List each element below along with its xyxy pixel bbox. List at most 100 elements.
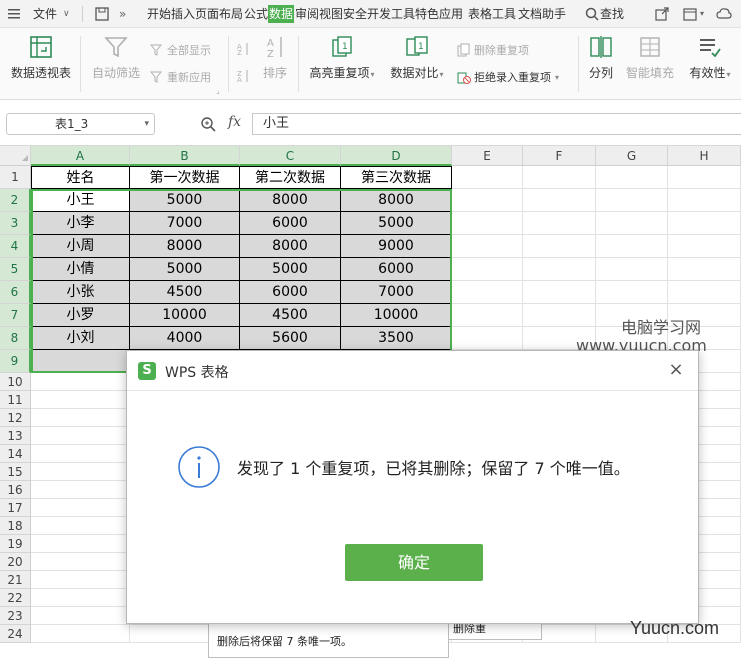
- empty-cell[interactable]: [452, 281, 523, 304]
- table-cell[interactable]: 8000: [341, 189, 452, 212]
- text-to-columns-button[interactable]: 分列: [586, 34, 616, 81]
- more-tools-icon[interactable]: »: [119, 0, 126, 28]
- table-cell[interactable]: [31, 607, 130, 625]
- sort-asc-icon[interactable]: AZ: [236, 42, 250, 56]
- empty-cell[interactable]: [668, 235, 741, 258]
- row-header[interactable]: 9: [0, 350, 31, 373]
- tab-review[interactable]: 审阅: [295, 0, 319, 28]
- empty-cell[interactable]: [452, 235, 523, 258]
- row-header[interactable]: 19: [0, 535, 31, 553]
- empty-cell[interactable]: [668, 166, 741, 189]
- column-header[interactable]: D: [341, 146, 452, 166]
- empty-cell[interactable]: [523, 166, 596, 189]
- table-cell[interactable]: [31, 409, 130, 427]
- row-header[interactable]: 18: [0, 517, 31, 535]
- empty-cell[interactable]: [668, 281, 741, 304]
- share-icon[interactable]: [654, 6, 670, 22]
- table-cell[interactable]: 6000: [240, 212, 341, 235]
- row-header[interactable]: 7: [0, 304, 31, 327]
- hamburger-icon[interactable]: [6, 6, 22, 22]
- table-cell[interactable]: 3500: [341, 327, 452, 350]
- table-cell[interactable]: [31, 373, 130, 391]
- row-header[interactable]: 5: [0, 258, 31, 281]
- tab-table-tools[interactable]: 表格工具: [468, 0, 516, 28]
- table-cell[interactable]: [31, 589, 130, 607]
- tab-developer[interactable]: 开发工具: [367, 0, 415, 28]
- tab-page-layout[interactable]: 页面布局: [195, 0, 243, 28]
- empty-cell[interactable]: [452, 258, 523, 281]
- tab-data[interactable]: 数据: [268, 5, 295, 23]
- empty-cell[interactable]: [523, 304, 596, 327]
- table-header-cell[interactable]: 第二次数据: [240, 166, 341, 189]
- tab-formula[interactable]: 公式: [244, 0, 268, 28]
- table-cell[interactable]: [31, 535, 130, 553]
- table-cell[interactable]: 8000: [240, 189, 341, 212]
- table-cell[interactable]: [31, 625, 130, 643]
- table-cell[interactable]: [31, 553, 130, 571]
- show-all-button[interactable]: 全部显示: [150, 42, 211, 58]
- row-header[interactable]: 15: [0, 463, 31, 481]
- table-cell[interactable]: [31, 463, 130, 481]
- table-cell[interactable]: 8000: [130, 235, 240, 258]
- data-validation-button[interactable]: 有效性▾: [684, 34, 736, 81]
- empty-cell[interactable]: [452, 304, 523, 327]
- table-cell[interactable]: 小罗: [31, 304, 130, 327]
- row-header[interactable]: 23: [0, 607, 31, 625]
- name-box[interactable]: 表1_3 ▾: [6, 113, 155, 135]
- row-header[interactable]: 4: [0, 235, 31, 258]
- filter-dialog-launcher-icon[interactable]: ⌟: [216, 86, 220, 95]
- table-cell[interactable]: 小王: [31, 189, 130, 212]
- column-header[interactable]: E: [452, 146, 523, 166]
- empty-cell[interactable]: [596, 235, 668, 258]
- ok-button[interactable]: 确定: [345, 544, 483, 581]
- table-cell[interactable]: 小张: [31, 281, 130, 304]
- row-header[interactable]: 11: [0, 391, 31, 409]
- table-cell[interactable]: 4500: [240, 304, 341, 327]
- table-cell[interactable]: 小周: [31, 235, 130, 258]
- row-header[interactable]: 24: [0, 625, 31, 643]
- empty-cell[interactable]: [452, 212, 523, 235]
- table-cell[interactable]: 7000: [130, 212, 240, 235]
- reject-duplicates-button[interactable]: 拒绝录入重复项 ▾: [457, 69, 559, 85]
- row-header[interactable]: 3: [0, 212, 31, 235]
- row-header[interactable]: 20: [0, 553, 31, 571]
- tab-view[interactable]: 视图: [319, 0, 343, 28]
- empty-cell[interactable]: [523, 281, 596, 304]
- column-header[interactable]: C: [240, 146, 341, 166]
- row-header[interactable]: 17: [0, 499, 31, 517]
- table-cell[interactable]: [31, 499, 130, 517]
- empty-cell[interactable]: [523, 258, 596, 281]
- empty-cell[interactable]: [596, 189, 668, 212]
- table-cell[interactable]: 5000: [341, 212, 452, 235]
- row-header[interactable]: 22: [0, 589, 31, 607]
- sort-button[interactable]: AZ 排序: [259, 34, 291, 81]
- table-cell[interactable]: 9000: [341, 235, 452, 258]
- tab-security[interactable]: 安全: [343, 0, 367, 28]
- row-header[interactable]: 1: [0, 166, 31, 189]
- table-cell[interactable]: 6000: [341, 258, 452, 281]
- table-cell[interactable]: 6000: [240, 281, 341, 304]
- table-cell[interactable]: 小李: [31, 212, 130, 235]
- empty-cell[interactable]: [668, 258, 741, 281]
- empty-cell[interactable]: [452, 166, 523, 189]
- empty-cell[interactable]: [452, 189, 523, 212]
- tab-insert[interactable]: 插入: [171, 0, 195, 28]
- save-icon[interactable]: [94, 6, 110, 22]
- table-cell[interactable]: 7000: [341, 281, 452, 304]
- column-header[interactable]: G: [596, 146, 668, 166]
- table-cell[interactable]: 10000: [130, 304, 240, 327]
- column-header[interactable]: F: [523, 146, 596, 166]
- table-cell[interactable]: 5600: [240, 327, 341, 350]
- formula-input[interactable]: 小王: [252, 113, 741, 135]
- table-cell[interactable]: [31, 571, 130, 589]
- insert-function-icon[interactable]: fx: [228, 114, 241, 130]
- row-header[interactable]: 10: [0, 373, 31, 391]
- table-header-cell[interactable]: 第三次数据: [341, 166, 452, 189]
- smart-fill-button[interactable]: 智能填充: [624, 34, 676, 81]
- tab-home[interactable]: 开始: [147, 0, 171, 28]
- table-cell[interactable]: [31, 445, 130, 463]
- sort-desc-icon[interactable]: ZA: [236, 69, 250, 83]
- table-cell[interactable]: [31, 350, 130, 373]
- table-cell[interactable]: 5000: [130, 189, 240, 212]
- delete-duplicates-button[interactable]: 删除重复项: [457, 42, 529, 58]
